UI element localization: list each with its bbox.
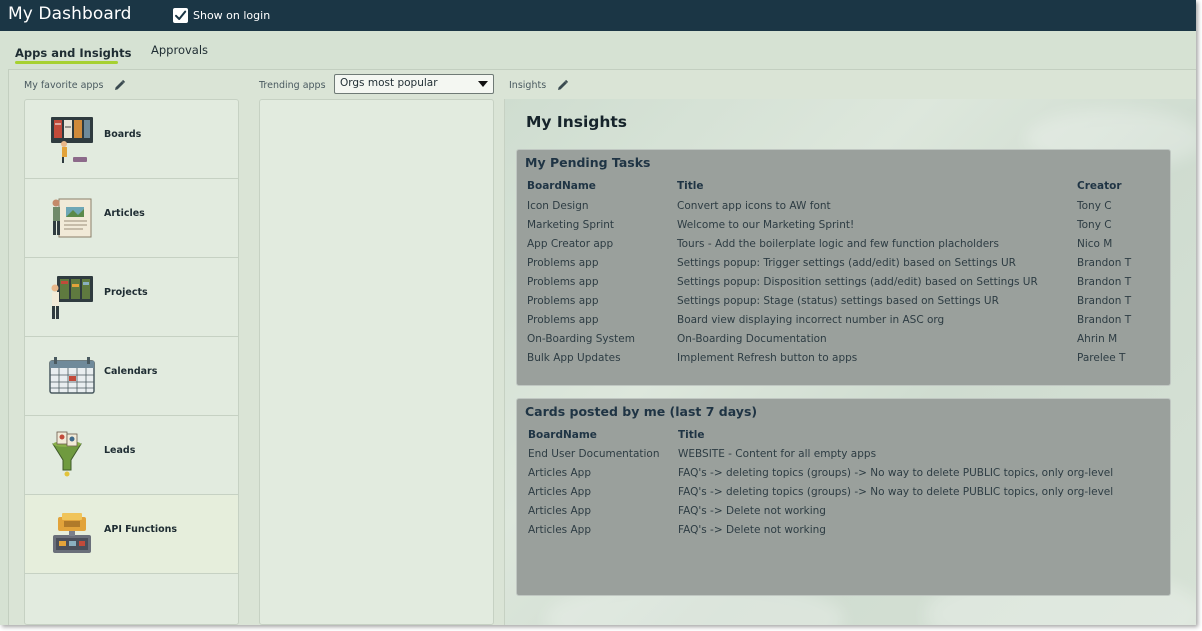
cell-creator: Brandon T xyxy=(1077,295,1132,307)
cell-boardname: Problems app xyxy=(527,257,599,269)
favorite-app-calendars[interactable]: Calendars xyxy=(25,337,238,416)
cell-creator: Tony C xyxy=(1077,219,1112,231)
favorite-app-boards[interactable]: Boards xyxy=(25,100,238,179)
dashboard-window: My Dashboard Show on login Apps and Insi… xyxy=(0,0,1196,625)
cell-creator: Ahrin M xyxy=(1077,333,1118,345)
header-bar: My Dashboard Show on login xyxy=(0,0,1196,31)
trending-filter-value: Orgs most popular xyxy=(340,77,438,89)
cell-creator: Brandon T xyxy=(1077,257,1132,269)
column-header-boardname: BoardName xyxy=(528,429,597,441)
cell-title[interactable]: WEBSITE - Content for all empty apps xyxy=(678,448,876,460)
favorite-app-articles[interactable]: Articles xyxy=(25,179,238,258)
boards-icon xyxy=(51,117,93,163)
cards-posted-card: Cards posted by me (last 7 days) BoardNa… xyxy=(516,398,1171,596)
tab-approvals[interactable]: Approvals xyxy=(151,43,208,57)
insights-label: Insights xyxy=(509,80,547,91)
column-header-boardname: BoardName xyxy=(527,180,596,192)
cell-boardname: Problems app xyxy=(527,276,599,288)
favorite-app-label: API Functions xyxy=(104,524,178,535)
pending-tasks-card: My Pending Tasks BoardName Title Creator… xyxy=(516,149,1171,386)
show-on-login-toggle[interactable]: Show on login xyxy=(173,7,270,24)
trending-label: Trending apps xyxy=(259,80,326,91)
checkmark-icon xyxy=(175,10,187,20)
cell-title[interactable]: Welcome to our Marketing Sprint! xyxy=(677,219,854,231)
tab-apps-and-insights[interactable]: Apps and Insights xyxy=(15,46,131,60)
cell-title[interactable]: Settings popup: Stage (status) settings … xyxy=(677,295,999,307)
cell-boardname: Problems app xyxy=(527,314,599,326)
show-on-login-label: Show on login xyxy=(193,9,271,22)
tab-bar: Apps and Insights Approvals xyxy=(0,31,1196,69)
cell-title[interactable]: FAQ's -> deleting topics (groups) -> No … xyxy=(678,467,1113,479)
cell-boardname: Articles App xyxy=(528,486,592,498)
cell-title[interactable]: FAQ's -> deleting topics (groups) -> No … xyxy=(678,486,1113,498)
api-functions-icon xyxy=(53,513,91,553)
cell-title[interactable]: Convert app icons to AW font xyxy=(677,200,831,212)
insights-header: Insights xyxy=(509,79,569,92)
cell-boardname: Articles App xyxy=(528,524,592,536)
favorite-app-label: Boards xyxy=(104,129,142,140)
projects-icon xyxy=(51,276,93,319)
trending-header: Trending apps xyxy=(259,80,326,91)
cell-creator: Brandon T xyxy=(1077,314,1132,326)
insights-area: My Insights My Pending Tasks BoardName T… xyxy=(504,99,1196,625)
cell-boardname: Icon Design xyxy=(527,200,589,212)
insights-title: My Insights xyxy=(526,113,628,131)
cell-boardname: App Creator app xyxy=(527,238,614,250)
cell-title[interactable]: On-Boarding Documentation xyxy=(677,333,827,345)
favorites-label: My favorite apps xyxy=(24,80,104,91)
favorite-app-label: Articles xyxy=(104,208,145,219)
cell-boardname: Articles App xyxy=(528,467,592,479)
cell-boardname: Marketing Sprint xyxy=(527,219,615,231)
cell-boardname: Articles App xyxy=(528,505,592,517)
cell-creator: Parelee T xyxy=(1077,352,1126,364)
cell-boardname: End User Documentation xyxy=(528,448,660,460)
favorite-app-label: Projects xyxy=(104,287,148,298)
favorite-app-projects[interactable]: Projects xyxy=(25,258,238,337)
column-header-title: Title xyxy=(678,429,705,441)
favorite-app-leads[interactable]: Leads xyxy=(25,416,238,495)
show-on-login-checkbox[interactable] xyxy=(173,8,188,23)
chevron-down-icon xyxy=(478,81,488,87)
favorites-panel: Boards Articles Projects Calendars Leads… xyxy=(24,99,239,625)
cards-posted-title: Cards posted by me (last 7 days) xyxy=(525,404,758,419)
cell-creator: Tony C xyxy=(1077,200,1112,212)
cell-boardname: Bulk App Updates xyxy=(527,352,621,364)
cell-creator: Nico M xyxy=(1077,238,1113,250)
trending-filter-dropdown[interactable]: Orgs most popular xyxy=(334,74,494,94)
page-title: My Dashboard xyxy=(8,4,132,24)
trending-apps-panel xyxy=(259,99,494,625)
favorite-app-label: Calendars xyxy=(104,366,158,377)
cell-title[interactable]: FAQ's -> Delete not working xyxy=(678,505,826,517)
cell-title[interactable]: Settings popup: Disposition settings (ad… xyxy=(677,276,1038,288)
cell-title[interactable]: Tours - Add the boilerplate logic and fe… xyxy=(677,238,999,250)
pending-tasks-title: My Pending Tasks xyxy=(525,155,651,170)
favorite-app-api-functions[interactable]: API Functions xyxy=(25,495,238,574)
leads-icon xyxy=(52,431,82,477)
cell-boardname: On-Boarding System xyxy=(527,333,635,345)
cell-boardname: Problems app xyxy=(527,295,599,307)
cell-title[interactable]: Board view displaying incorrect number i… xyxy=(677,314,944,326)
articles-icon xyxy=(52,198,92,238)
cell-creator: Brandon T xyxy=(1077,276,1132,288)
edit-favorites-icon[interactable] xyxy=(113,79,126,92)
calendars-icon xyxy=(49,357,95,394)
favorites-header: My favorite apps xyxy=(24,79,126,92)
cell-title[interactable]: Implement Refresh button to apps xyxy=(677,352,857,364)
column-header-title: Title xyxy=(677,180,704,192)
cell-title[interactable]: Settings popup: Trigger settings (add/ed… xyxy=(677,257,1016,269)
column-header-creator: Creator xyxy=(1077,180,1122,192)
favorite-app-label: Leads xyxy=(104,445,136,456)
edit-insights-icon[interactable] xyxy=(556,79,569,92)
cell-title[interactable]: FAQ's -> Delete not working xyxy=(678,524,826,536)
active-tab-indicator xyxy=(15,61,118,64)
